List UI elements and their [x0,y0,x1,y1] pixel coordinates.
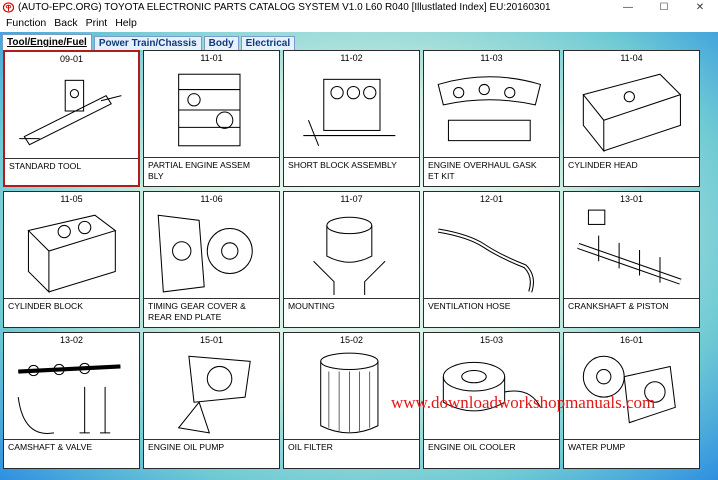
part-label: MOUNTING [288,301,335,311]
divider [284,439,419,440]
part-tile-11-01[interactable]: 11-01 PARTIAL ENGINE ASSEM BLY [143,50,280,187]
divider [424,157,559,158]
oil-filter-icon [320,352,379,434]
divider [144,157,279,158]
part-code: 12-01 [479,194,504,204]
part-code: 11-04 [620,53,643,63]
engine-mount-icon [313,216,386,295]
toyota-logo-icon [3,1,14,13]
part-tile-11-07[interactable]: 11-07 MOUNTING [283,191,420,328]
short-block-icon [303,78,396,146]
part-label: CAMSHAFT & VALVE [8,442,93,452]
divider [144,298,279,299]
divider [144,439,279,440]
part-label: VENTILATION HOSE [428,301,511,311]
part-code: 11-06 [200,194,223,204]
jack-icon [19,79,122,146]
tab-body[interactable]: Body [203,36,239,50]
menu-function[interactable]: Function [2,17,50,29]
oil-pump-icon [177,355,251,434]
camshaft-icon [17,362,121,434]
watermark: www.downloadworkshopmanuals.com [391,393,656,412]
part-tile-11-02[interactable]: 11-02 SHORT BLOCK ASSEMBLY [283,50,420,187]
cylinder-head-icon [582,73,682,153]
catalog-area: Tool/Engine/Fuel Power Train/Chassis Bod… [0,32,718,480]
divider [284,298,419,299]
part-label: CRANKSHAFT & PISTON [568,301,669,311]
part-tile-15-01[interactable]: 15-01 ENGINE OIL PUMP [143,332,280,469]
menu-print[interactable]: Print [82,17,112,29]
divider [424,439,559,440]
part-code: 15-02 [339,335,364,345]
divider [4,439,139,440]
part-code: 16-01 [619,335,644,345]
part-code: 11-01 [200,53,223,63]
part-code: 11-07 [340,194,363,204]
divider [5,158,138,159]
part-code: 11-02 [340,53,363,63]
menu-back[interactable]: Back [50,17,81,29]
tab-power-train-chassis[interactable]: Power Train/Chassis [93,36,202,50]
divider [4,298,139,299]
divider [564,439,699,440]
tab-electrical[interactable]: Electrical [240,36,296,50]
part-tile-09-01[interactable]: 09-01 STANDARD TOOL [3,50,140,187]
part-tile-11-04[interactable]: 11-04 CYLINDER HEAD [563,50,700,187]
part-code: 13-02 [59,335,84,345]
part-label: CYLINDER HEAD [568,160,638,170]
part-code: 15-03 [479,335,504,345]
window-title: (AUTO-EPC.ORG) TOYOTA ELECTRONIC PARTS C… [18,1,551,13]
minimize-button[interactable]: — [610,0,646,14]
part-label: CYLINDER BLOCK [8,301,83,311]
menu-bar: Function Back Print Help [0,14,718,32]
part-tile-13-02[interactable]: 13-02 CAMSHAFT & VALVE [3,332,140,469]
part-label: OIL FILTER [288,442,333,452]
divider [564,298,699,299]
category-tabs: Tool/Engine/Fuel Power Train/Chassis Bod… [2,34,297,50]
part-tile-11-06[interactable]: 11-06 TIMING GEAR COVER & REAR END PLATE [143,191,280,328]
maximize-button[interactable]: ☐ [646,0,682,14]
gasket-kit-icon [437,76,542,142]
part-label: PARTIAL ENGINE ASSEM BLY [148,160,251,181]
part-tile-11-03[interactable]: 11-03 ENGINE OVERHAUL GASK ET KIT [423,50,560,187]
part-tile-13-01[interactable]: 13-01 CRANKSHAFT & PISTON [563,191,700,328]
divider [424,298,559,299]
part-label: WATER PUMP [568,442,626,452]
part-code: 13-01 [619,194,644,204]
oil-cooler-icon [442,361,541,412]
part-label: TIMING GEAR COVER & REAR END PLATE [148,301,246,322]
part-label: ENGINE OVERHAUL GASK ET KIT [428,160,537,181]
part-tile-12-01[interactable]: 12-01 VENTILATION HOSE [423,191,560,328]
part-tile-11-05[interactable]: 11-05 CYLINDER BLOCK [3,191,140,328]
divider [564,157,699,158]
part-label: SHORT BLOCK ASSEMBLY [288,160,397,170]
part-code: 09-01 [59,54,84,64]
cylinder-block-icon [27,214,117,294]
water-pump-icon [582,355,676,424]
part-code: 15-01 [199,335,224,345]
hose-icon [437,228,534,293]
part-label: STANDARD TOOL [9,161,82,171]
close-button[interactable]: ✕ [682,0,718,14]
title-bar: (AUTO-EPC.ORG) TOYOTA ELECTRONIC PARTS C… [0,0,718,14]
engine-assembly-icon [178,73,241,147]
tab-tool-engine-fuel[interactable]: Tool/Engine/Fuel [2,34,92,50]
part-code: 11-03 [480,53,503,63]
divider [284,157,419,158]
menu-help[interactable]: Help [111,17,141,29]
part-code: 11-05 [60,194,83,204]
part-label: ENGINE OIL COOLER [428,442,516,452]
part-label: ENGINE OIL PUMP [148,442,225,452]
timing-cover-icon [157,214,253,293]
crankshaft-icon [577,209,682,285]
